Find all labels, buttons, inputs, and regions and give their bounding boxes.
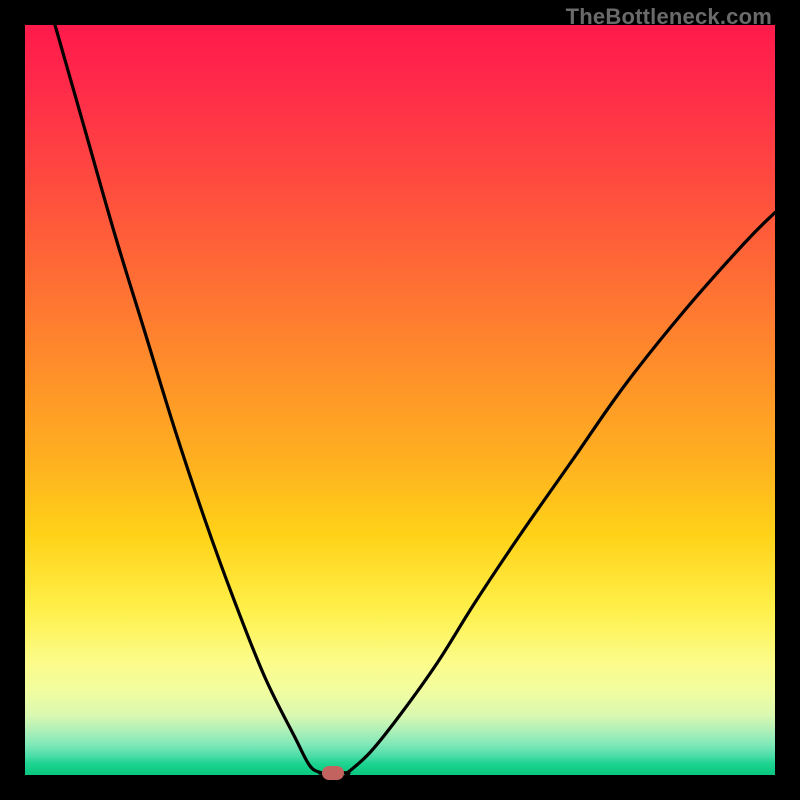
watermark-text: TheBottleneck.com bbox=[566, 4, 772, 30]
bottleneck-curve bbox=[25, 25, 775, 775]
optimal-point-marker bbox=[322, 766, 344, 780]
chart-frame: TheBottleneck.com bbox=[0, 0, 800, 800]
